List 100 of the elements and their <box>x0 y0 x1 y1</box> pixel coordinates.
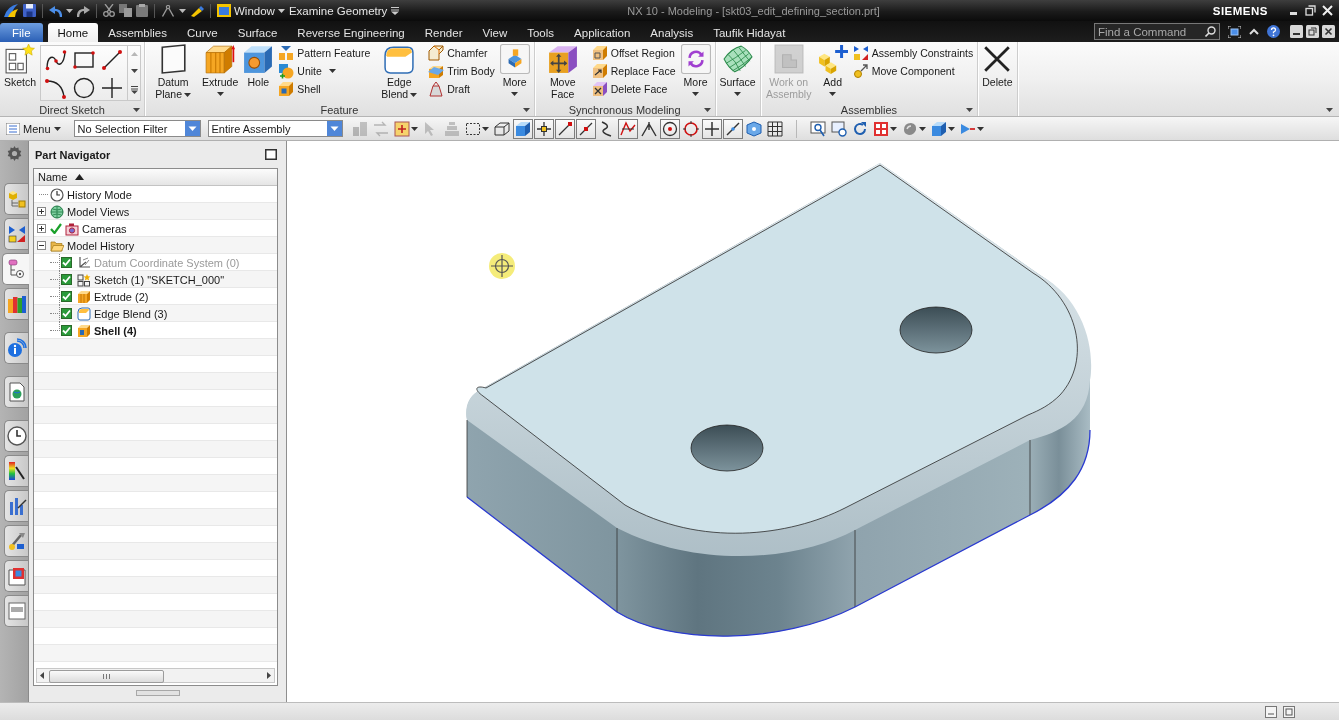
ribbon-small-button[interactable]: Shell <box>277 80 372 98</box>
ribbon-small-button[interactable]: Pattern Feature <box>277 44 372 62</box>
toolbar-button[interactable] <box>807 118 828 139</box>
ribbon-small-button[interactable]: Chamfer <box>427 44 496 62</box>
redo-icon[interactable] <box>77 4 90 17</box>
ribbon-tab[interactable]: Reverse Engineering <box>287 23 415 42</box>
ribbon-small-button[interactable]: Move Component <box>851 62 975 80</box>
ribbon-button[interactable]: Delete <box>981 43 1014 88</box>
ribbon-tab[interactable]: Render <box>414 23 473 42</box>
quick-command-button[interactable]: Examine Geometry <box>288 4 388 17</box>
plus-icon[interactable] <box>101 77 124 99</box>
ribbon-button[interactable]: More <box>498 43 531 96</box>
ribbon-tab[interactable]: Application <box>564 23 641 42</box>
caret-icon[interactable] <box>133 107 141 112</box>
toolbar-button[interactable] <box>828 118 849 139</box>
ribbon-button[interactable]: Datum Plane <box>148 43 199 100</box>
navigator-tab[interactable] <box>4 218 28 250</box>
caret-icon[interactable] <box>703 107 711 112</box>
compass-icon[interactable] <box>161 4 175 17</box>
ribbon-small-button[interactable]: Assembly Constraints <box>851 44 975 62</box>
help-icon[interactable] <box>1267 25 1280 38</box>
collapse-ribbon-icon[interactable] <box>1249 28 1259 35</box>
checkbox[interactable] <box>61 257 72 268</box>
expand-icon[interactable] <box>37 224 46 233</box>
undo-icon[interactable] <box>49 4 62 17</box>
tree-item[interactable]: Shell (4) <box>94 324 137 337</box>
navigator-tab[interactable] <box>4 560 28 592</box>
ribbon-small-button[interactable]: Unite <box>277 62 372 80</box>
expand-icon[interactable] <box>37 207 46 216</box>
scroll-left-icon[interactable] <box>40 672 44 679</box>
toolbar-button[interactable] <box>391 118 420 139</box>
panel-icon[interactable] <box>1265 705 1277 718</box>
ribbon-tab[interactable]: View <box>472 23 518 42</box>
ribbon-small-button[interactable]: Delete Face <box>590 80 677 98</box>
close-icon[interactable] <box>1322 5 1333 16</box>
menu-button[interactable]: Menu <box>6 122 61 135</box>
tree-item[interactable]: Edge Blend (3) <box>94 307 168 320</box>
window-icon[interactable] <box>1283 705 1295 718</box>
ribbon-tab[interactable]: Home <box>47 23 99 42</box>
spline-icon[interactable] <box>45 49 68 71</box>
ribbon-small-button[interactable]: Trim Body <box>427 62 496 80</box>
save-icon[interactable] <box>23 4 36 17</box>
scroll-down-icon[interactable] <box>130 69 138 73</box>
ribbon-button[interactable]: Add <box>816 43 849 96</box>
ribbon-button[interactable]: More <box>679 43 712 96</box>
navigator-tab[interactable] <box>4 288 28 320</box>
checkbox[interactable] <box>61 274 72 285</box>
caret-icon[interactable] <box>522 107 530 112</box>
ribbon-button[interactable]: Hole <box>242 43 275 88</box>
ribbon-button[interactable]: Move Face <box>537 43 588 100</box>
pen-icon[interactable] <box>190 4 204 17</box>
rectangle-icon[interactable] <box>73 49 96 71</box>
cut-icon[interactable] <box>103 4 115 17</box>
expand-gallery-icon[interactable] <box>130 85 138 94</box>
navigator-tab[interactable] <box>4 525 28 557</box>
minimize-icon[interactable] <box>1290 25 1303 38</box>
toolbar-button[interactable] <box>764 118 785 139</box>
fit-view-icon[interactable] <box>1228 25 1241 38</box>
sort-ascending-icon[interactable] <box>75 174 85 180</box>
horizontal-scrollbar[interactable] <box>36 668 275 683</box>
ribbon-tab[interactable]: Curve <box>177 23 228 42</box>
window-menu[interactable]: Window <box>217 4 285 17</box>
toolbar-button[interactable] <box>575 118 596 139</box>
toolbar-button[interactable] <box>701 118 722 139</box>
line-icon[interactable] <box>101 49 124 71</box>
tree-item[interactable]: Model History <box>67 239 135 252</box>
close-icon[interactable] <box>1322 25 1335 38</box>
app-logo-icon[interactable] <box>3 3 19 18</box>
ribbon-tab[interactable]: Assemblies <box>98 23 178 42</box>
toolbar-button[interactable] <box>659 118 680 139</box>
paste-icon[interactable] <box>136 4 148 17</box>
toolbar-button[interactable] <box>722 118 743 139</box>
selection-filter-dropdown[interactable]: No Selection Filter <box>73 120 201 137</box>
circle-icon[interactable] <box>73 77 96 99</box>
ribbon-options-caret-icon[interactable] <box>1326 108 1333 112</box>
tree-item[interactable]: Cameras <box>82 222 127 235</box>
ribbon-small-button[interactable]: Replace Face <box>590 62 677 80</box>
scroll-thumb[interactable] <box>49 670 164 683</box>
ribbon-button[interactable]: Edge Blend <box>374 43 425 100</box>
collapse-icon[interactable] <box>37 241 46 250</box>
toolbar-button[interactable] <box>554 118 575 139</box>
tree-item[interactable]: Extrude (2) <box>94 290 149 303</box>
ribbon-tab[interactable]: Surface <box>227 23 288 42</box>
restore-icon[interactable] <box>1305 5 1316 16</box>
maximize-icon[interactable] <box>265 149 277 160</box>
arc-icon[interactable] <box>45 77 68 99</box>
ribbon-small-button[interactable]: Draft <box>427 80 496 98</box>
scroll-right-icon[interactable] <box>267 672 271 679</box>
checkbox[interactable] <box>61 325 72 336</box>
caret-icon[interactable] <box>966 107 974 112</box>
ribbon-tab[interactable]: Taufik Hidayat <box>703 23 796 42</box>
copy-icon[interactable] <box>119 4 132 17</box>
ribbon-tab[interactable]: Analysis <box>640 23 704 42</box>
navigator-tab[interactable] <box>4 332 28 364</box>
toolbar-button[interactable] <box>680 118 701 139</box>
toolbar-button[interactable] <box>617 118 638 139</box>
ribbon-tab[interactable]: File <box>0 23 43 42</box>
column-header[interactable]: Name <box>38 171 68 183</box>
toolbar-button[interactable] <box>512 118 533 139</box>
ribbon-small-button[interactable]: Offset Region <box>590 44 677 62</box>
